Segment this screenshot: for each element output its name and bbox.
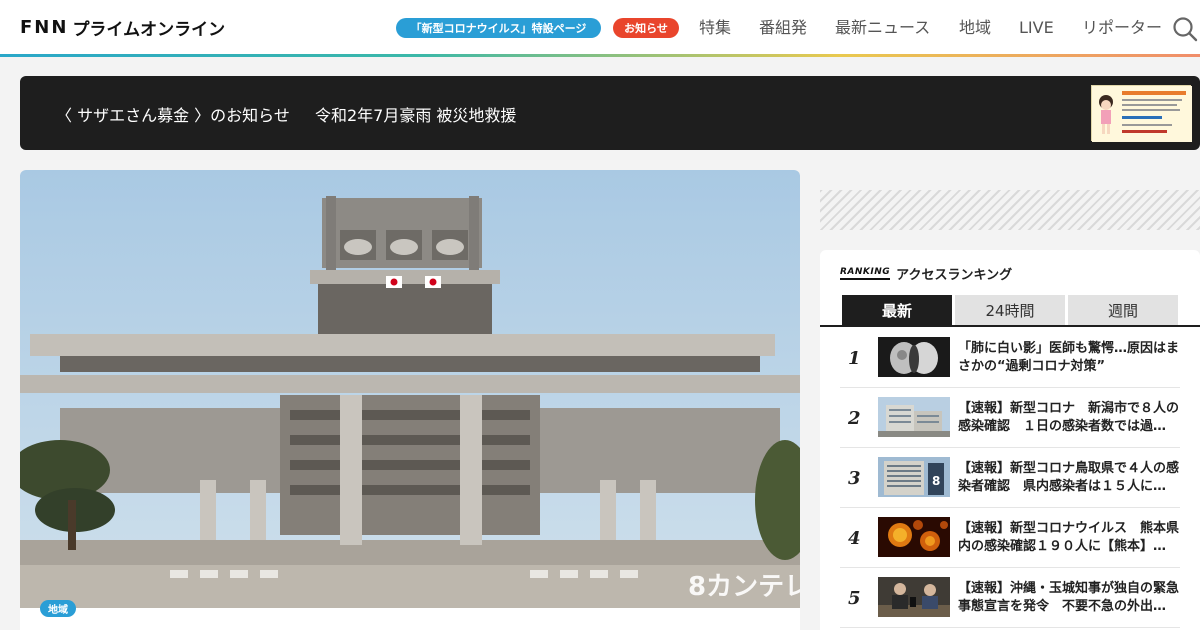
sazae-fund-banner[interactable]: 〈 サザエさん募金 〉のお知らせ 令和2年7月豪雨 被災地救援 — [20, 76, 1200, 150]
rank-title: 「肺に白い影」医師も驚愕…原因はまさかの“過剰コロナ対策” — [958, 341, 1180, 374]
ranking-logo: RANKING — [840, 267, 891, 280]
ranking-item[interactable]: 4 【速報】新型コロナウイルス 熊本県内の感染確認１９０人に【熊本】… — [840, 508, 1180, 568]
site-header: FNN プライムオンライン 「新型コロナウイルス」特設ページ お知らせ 特集 番… — [0, 0, 1200, 54]
tab-weekly[interactable]: 週間 — [1068, 295, 1178, 325]
site-logo[interactable]: FNN プライムオンライン — [20, 16, 226, 40]
tab-latest[interactable]: 最新 — [842, 295, 952, 325]
nav-item-region[interactable]: 地域 — [959, 18, 991, 38]
rank-title: 【速報】新型コロナ 新潟市で８人の感染確認 １日の感染者数では過… — [958, 401, 1180, 434]
region-tag[interactable]: 地域 — [40, 600, 76, 617]
ranking-item[interactable]: 1 「肺に白い影」医師も驚愕…原因はまさかの“過剰コロナ対策” — [840, 328, 1180, 388]
ranking-list: 1 「肺に白い影」医師も驚愕…原因はまさかの“過剰コロナ対策” 2 【速報】新型… — [840, 328, 1180, 628]
ranking-item[interactable]: 2 【速報】新型コロナ 新潟市で８人の感染確認 １日の感染者数では過… — [840, 388, 1180, 448]
building-icon — [878, 397, 950, 437]
banner-text: 〈 サザエさん募金 〉のお知らせ 令和2年7月豪雨 被災地救援 — [56, 102, 536, 126]
nav-item-feature[interactable]: 特集 — [699, 18, 731, 38]
press-conference-icon — [878, 577, 950, 617]
search-icon[interactable] — [1172, 16, 1198, 42]
rank-number: 3 — [848, 468, 861, 489]
office-icon: 8 — [878, 457, 950, 497]
ad-placeholder — [820, 190, 1200, 230]
ranking-header: RANKING アクセスランキング — [840, 264, 1012, 283]
rank-number: 4 — [848, 528, 861, 549]
rank-number: 5 — [848, 588, 861, 609]
access-ranking-panel: RANKING アクセスランキング 最新 24時間 週間 1 「肺に白い影」医師… — [820, 250, 1200, 630]
nav-item-programs[interactable]: 番組発 — [759, 18, 807, 38]
banner-text-relief: 令和2年7月豪雨 被災地救援 — [314, 106, 517, 125]
logo-text: プライムオンライン — [72, 19, 226, 40]
rank-title: 【速報】沖縄・玉城知事が独自の緊急事態宣言を発令 不要不急の外出… — [958, 581, 1180, 614]
xray-icon — [878, 337, 950, 377]
ranking-item[interactable]: 3 8 【速報】新型コロナ鳥取県で４人の感染者確認 県内感染者は１５人に… — [840, 448, 1180, 508]
article-card[interactable]: 8カンテレ 地域 — [20, 170, 800, 630]
ranking-item[interactable]: 5 【速報】沖縄・玉城知事が独自の緊急事態宣言を発令 不要不急の外出… — [840, 568, 1180, 628]
nav-item-latest-news[interactable]: 最新ニュース — [835, 18, 930, 38]
rank-number: 1 — [848, 348, 861, 369]
tab-24h[interactable]: 24時間 — [955, 295, 1065, 325]
svg-text:8: 8 — [932, 474, 940, 488]
logo-fnn: FNN — [20, 16, 69, 38]
article-photo: 8カンテレ — [20, 170, 800, 608]
ranking-tabs: 最新 24時間 週間 — [820, 295, 1200, 327]
nav-item-live[interactable]: LIVE — [1019, 18, 1054, 38]
corona-special-button[interactable]: 「新型コロナウイルス」特設ページ — [396, 18, 601, 38]
rank-number: 2 — [848, 408, 861, 429]
header-accent-line — [0, 54, 1200, 57]
channel-watermark: 8カンテレ — [688, 572, 800, 602]
rank-title: 【速報】新型コロナ鳥取県で４人の感染者確認 県内感染者は１５人に… — [958, 461, 1180, 494]
ranking-title: アクセスランキング — [896, 268, 1013, 283]
virus-icon — [878, 517, 950, 557]
banner-text-notice: 〈 サザエさん募金 〉のお知らせ — [56, 106, 290, 125]
notice-button[interactable]: お知らせ — [613, 18, 679, 38]
nav-item-reporter[interactable]: リポーター — [1082, 18, 1162, 38]
rank-title: 【速報】新型コロナウイルス 熊本県内の感染確認１９０人に【熊本】… — [958, 521, 1180, 554]
banner-thumbnail — [1091, 85, 1192, 142]
